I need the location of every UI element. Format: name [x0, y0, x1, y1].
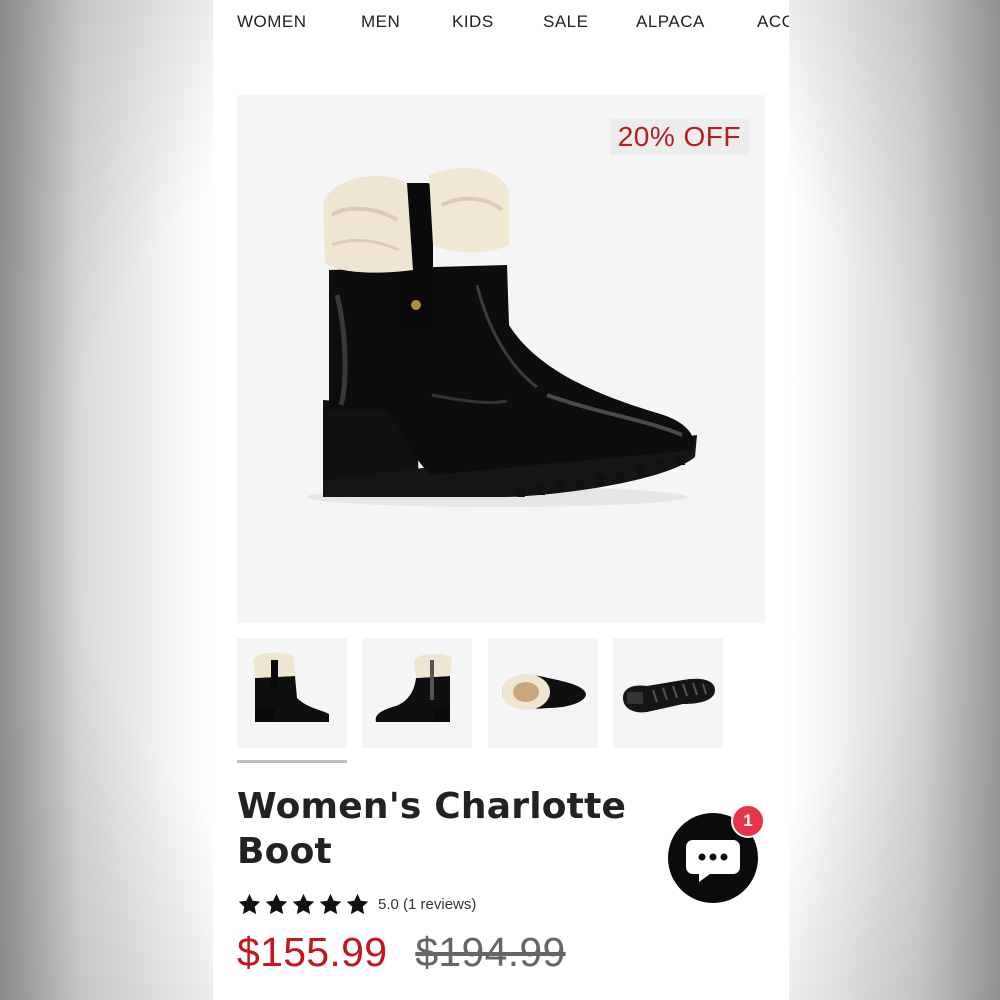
nav-item-men[interactable]: MEN [361, 12, 400, 32]
product-main-image[interactable]: 20% OFF [237, 95, 765, 623]
boot-side-image [253, 652, 329, 722]
thumbnail-gallery [237, 638, 737, 748]
nav-item-kids[interactable]: KIDS [452, 12, 494, 32]
thumbnail-2[interactable] [362, 638, 472, 748]
star-icon [292, 893, 315, 914]
product-title: Women's Charlotte Boot [237, 786, 627, 872]
chat-notification-badge: 1 [731, 804, 765, 838]
price-block: $155.99 $194.99 [237, 926, 566, 978]
product-page: WOMEN MEN KIDS SALE ALPACA ACC 20% OFF W… [213, 0, 789, 1000]
thumbnail-3[interactable] [488, 638, 598, 748]
star-icon [238, 893, 261, 914]
boot-inner-side-image [375, 653, 452, 722]
thumbnail-1[interactable] [237, 638, 347, 748]
star-icon [319, 893, 342, 914]
nav-item-alpaca[interactable]: ALPACA [636, 12, 705, 32]
thumbnail-active-indicator [237, 760, 347, 763]
thumbnail-4[interactable] [613, 638, 723, 748]
original-price: $194.99 [415, 928, 566, 975]
top-navigation: WOMEN MEN KIDS SALE ALPACA ACC [213, 0, 789, 46]
product-rating[interactable]: 5.0 (1 reviews) [237, 890, 476, 918]
nav-item-women[interactable]: WOMEN [237, 12, 307, 32]
boot-image [307, 167, 697, 507]
star-rating [237, 892, 370, 917]
star-icon [265, 893, 288, 914]
boot-sole-image [623, 678, 715, 713]
nav-item-accessories[interactable]: ACC [757, 12, 789, 32]
rating-summary[interactable]: 5.0 (1 reviews) [378, 896, 476, 913]
boot-top-view-image [502, 674, 586, 710]
sale-price: $155.99 [237, 928, 388, 975]
star-icon [346, 893, 369, 914]
nav-item-sale[interactable]: SALE [543, 12, 588, 32]
discount-badge: 20% OFF [609, 119, 749, 155]
